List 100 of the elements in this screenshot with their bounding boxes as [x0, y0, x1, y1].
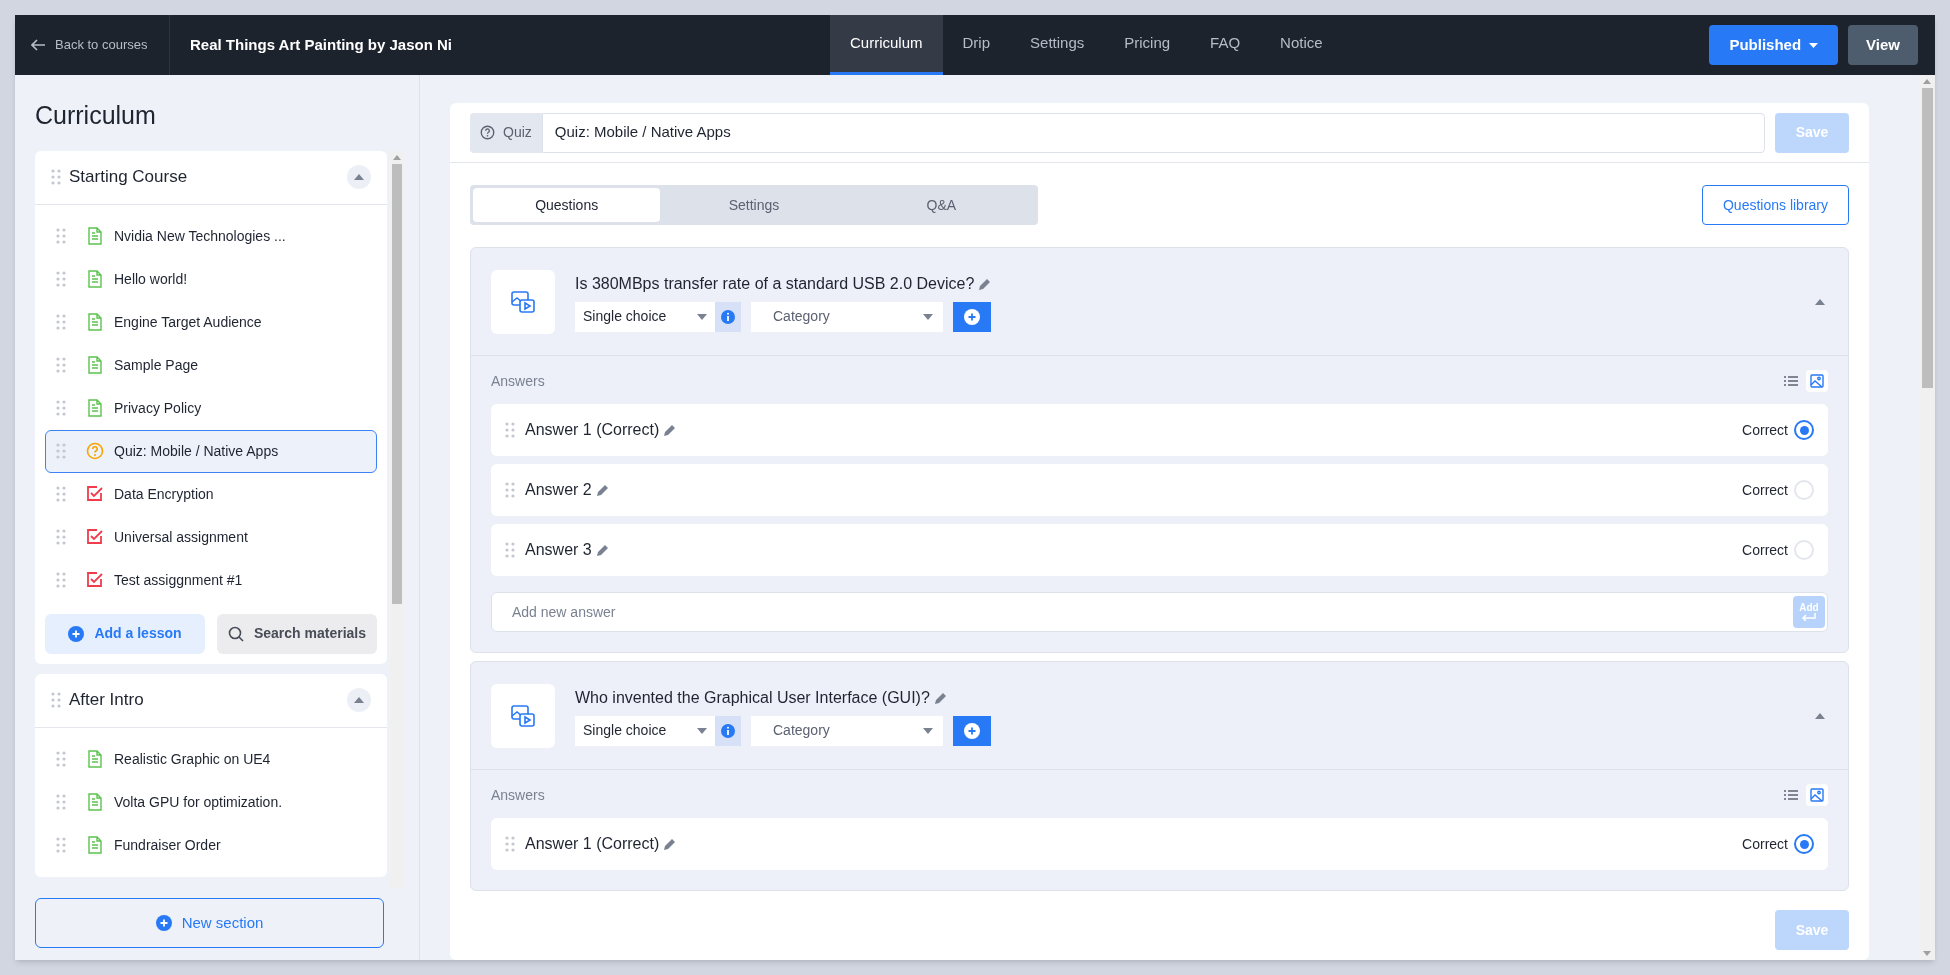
question-title: Who invented the Graphical User Interface (GUI)? [575, 687, 930, 708]
image-video-icon [510, 288, 536, 315]
drag-handle-icon[interactable] [56, 228, 66, 244]
document-icon [87, 399, 103, 417]
drag-handle-icon[interactable] [505, 836, 515, 852]
view-button[interactable]: View [1848, 25, 1918, 65]
add-lesson-button[interactable]: Add a lesson [45, 613, 205, 654]
nav-tab[interactable]: FAQ [1190, 15, 1261, 75]
drag-handle-icon[interactable] [505, 422, 515, 438]
drag-handle-icon[interactable] [56, 357, 66, 373]
drag-handle-icon[interactable] [56, 572, 66, 588]
correct-label: Correct [1742, 834, 1788, 854]
correct-radio[interactable] [1794, 420, 1814, 440]
scroll-up-icon[interactable] [1923, 79, 1931, 84]
document-icon [87, 836, 103, 854]
drag-handle-icon[interactable] [51, 169, 61, 185]
pencil-icon[interactable] [978, 276, 993, 291]
category-select[interactable]: Category [751, 301, 943, 332]
scrollbar[interactable] [390, 150, 404, 888]
image-view-button[interactable] [1806, 784, 1828, 806]
lesson-title: Fundraiser Order [114, 835, 221, 855]
lesson-item[interactable]: Quiz: Mobile / Native Apps [45, 429, 377, 473]
scroll-thumb[interactable] [1921, 88, 1933, 388]
quiz-label: Quiz [503, 123, 532, 142]
type-select[interactable]: Single choice [575, 301, 715, 332]
drag-handle-icon[interactable] [505, 482, 515, 498]
pencil-icon[interactable] [663, 423, 678, 437]
add-category-button[interactable] [953, 301, 991, 332]
drag-handle-icon[interactable] [505, 542, 515, 558]
pencil-icon[interactable] [663, 837, 678, 851]
correct-radio[interactable] [1794, 834, 1814, 854]
drag-handle-icon[interactable] [56, 443, 66, 459]
editor-tab[interactable]: Q&A [847, 188, 1035, 222]
lesson-item[interactable]: Sample Page [45, 343, 377, 387]
lesson-item[interactable]: Privacy Policy [45, 386, 377, 430]
lesson-item[interactable]: Volta GPU for optimization. [45, 780, 377, 824]
lesson-item[interactable]: Engine Target Audience [45, 300, 377, 344]
scroll-thumb[interactable] [392, 163, 402, 604]
pencil-icon[interactable] [595, 483, 610, 497]
image-video-icon [510, 702, 536, 729]
media-placeholder[interactable] [491, 683, 555, 748]
document-icon [87, 270, 103, 288]
scroll-down-icon[interactable] [1923, 951, 1931, 956]
published-button[interactable]: Published [1709, 25, 1839, 65]
section-title: Starting Course [69, 166, 189, 189]
drag-handle-icon[interactable] [56, 400, 66, 416]
pencil-icon[interactable] [933, 690, 948, 705]
type-select[interactable]: Single choice [575, 715, 715, 746]
scrollbar[interactable] [1919, 75, 1935, 960]
nav-tab[interactable]: Curriculum [830, 15, 943, 75]
answer-text: Answer 3 [525, 540, 592, 560]
editor-tab[interactable]: Questions [473, 188, 661, 222]
lesson-item[interactable]: Universal assignment [45, 515, 377, 559]
drag-handle-icon[interactable] [56, 837, 66, 853]
nav-tab[interactable]: Settings [1010, 15, 1105, 75]
lesson-item[interactable]: Nvidia New Technologies ... [45, 214, 377, 258]
checkbox-check-icon [86, 571, 104, 589]
caret-down-icon [697, 313, 707, 320]
answer-text: Answer 1 (Correct) [525, 420, 660, 440]
questions-library-button[interactable]: Questions library [1701, 185, 1849, 225]
lesson-item[interactable]: Data Encryption [45, 472, 377, 516]
search-materials-button[interactable]: Search materials [217, 613, 377, 654]
drag-handle-icon[interactable] [56, 794, 66, 810]
lesson-title: Universal assignment [114, 527, 248, 547]
lesson-item[interactable]: Fundraiser Order [45, 823, 377, 867]
plus-circle-icon [964, 308, 980, 325]
pencil-icon[interactable] [595, 543, 610, 557]
add-category-button[interactable] [953, 715, 991, 746]
question-title: Is 380MBps transfer rate of a standard USB 2.0 Device? [575, 273, 975, 294]
scroll-up-icon[interactable] [393, 154, 401, 160]
search-icon [227, 625, 244, 642]
caret-icon [1815, 712, 1825, 719]
info-icon[interactable] [721, 309, 735, 324]
editor-tab[interactable]: Settings [660, 188, 848, 222]
nav-tab[interactable]: Drip [942, 15, 1011, 75]
category-select[interactable]: Category [751, 715, 943, 746]
nav-tab[interactable]: Pricing [1104, 15, 1191, 75]
drag-handle-icon[interactable] [51, 692, 61, 708]
collapse-button[interactable] [347, 165, 371, 189]
nav-tab[interactable]: Notice [1260, 15, 1343, 75]
media-placeholder[interactable] [491, 269, 555, 334]
drag-handle-icon[interactable] [56, 529, 66, 545]
back-link[interactable]: Back to courses [15, 15, 170, 75]
collapse-button[interactable] [347, 688, 371, 712]
lesson-item[interactable]: Realistic Graphic on UE4 [45, 737, 377, 781]
lesson-item[interactable]: Hello world! [45, 257, 377, 301]
caret-icon [354, 697, 364, 703]
drag-handle-icon[interactable] [56, 314, 66, 330]
info-icon[interactable] [721, 723, 735, 738]
new-section-button[interactable]: New section [35, 898, 384, 948]
correct-label: Correct [1742, 480, 1788, 500]
lesson-item[interactable]: Test assiggnment #1 [45, 558, 377, 602]
caret-down-icon [923, 313, 933, 320]
document-icon [87, 750, 103, 768]
drag-handle-icon[interactable] [56, 751, 66, 767]
image-view-button[interactable] [1806, 370, 1828, 392]
drag-handle-icon[interactable] [56, 271, 66, 287]
caret-down-icon [923, 727, 933, 734]
drag-handle-icon[interactable] [56, 486, 66, 502]
title-field[interactable]: Quiz: Mobile / Native Apps [541, 112, 1765, 153]
